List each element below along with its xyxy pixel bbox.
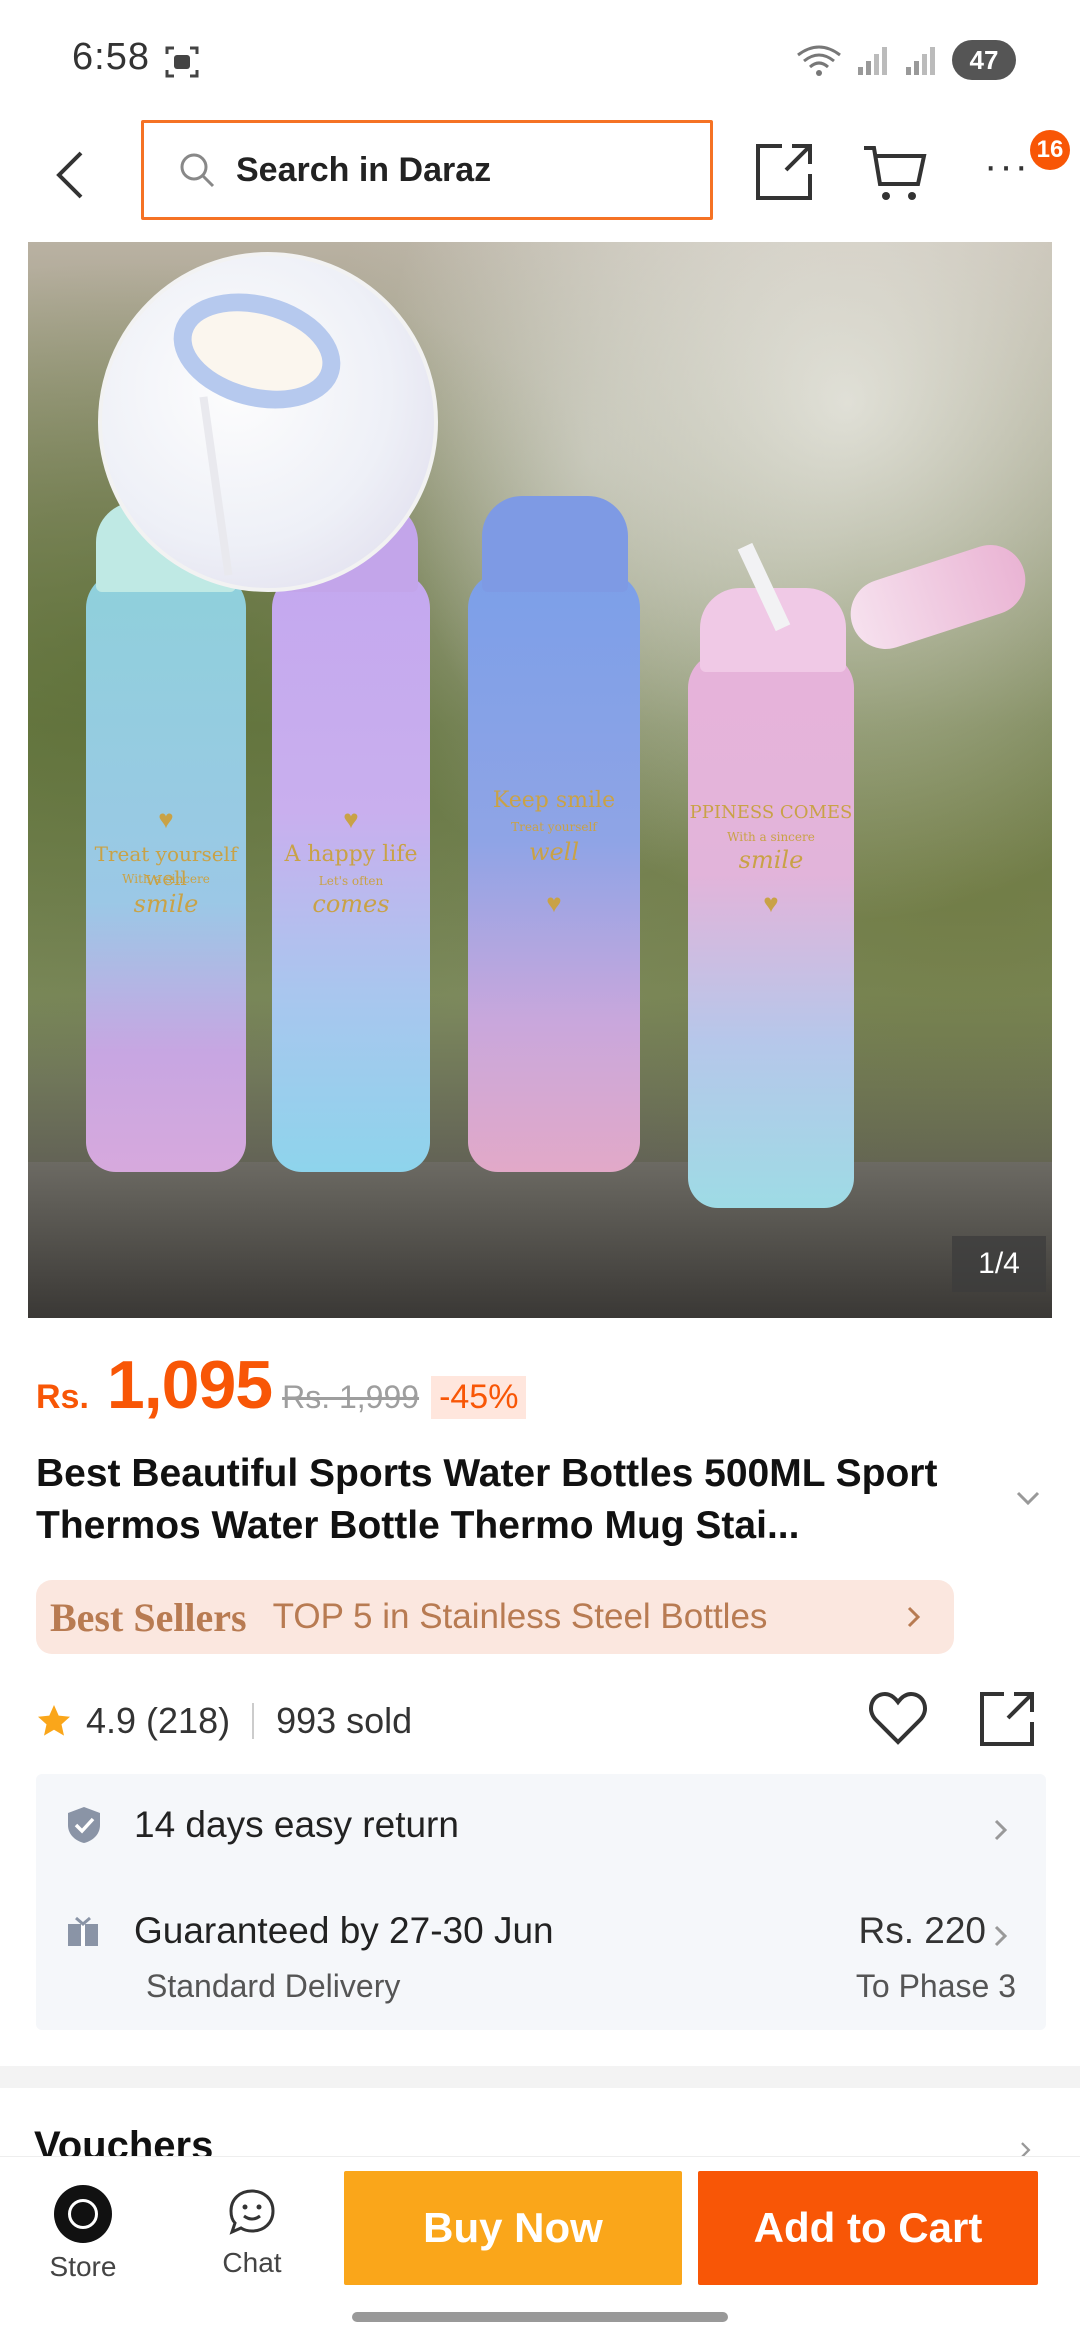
search-input[interactable]: Search in Daraz [141, 120, 713, 220]
sold-count: 993 sold [276, 1700, 413, 1741]
share-icon[interactable] [976, 1688, 1038, 1750]
star-icon [38, 1705, 70, 1736]
vouchers-heading[interactable]: Vouchers [34, 2122, 213, 2156]
original-price: Rs. 1,999 [282, 1379, 420, 1415]
search-icon [180, 153, 215, 188]
wifi-icon [797, 45, 841, 76]
bottle-text-line3: well [528, 838, 580, 866]
straw-detail [199, 396, 233, 576]
chat-button[interactable]: Chat [196, 2187, 308, 2297]
add-to-cart-button[interactable]: Add to Cart [698, 2171, 1038, 2285]
battery-indicator: 47 [952, 40, 1016, 80]
bottle-cap [482, 496, 628, 592]
store-label: Store [49, 2251, 117, 2282]
rating-score: 4.9 [86, 1700, 137, 1741]
bottle-text-line3: smile [133, 890, 199, 918]
bottle-text-line2: With a sincere [122, 872, 210, 886]
image-counter: 1/4 [952, 1236, 1046, 1292]
top-nav: Search in Daraz ··· 16 [0, 120, 1080, 242]
delivery-date: Guaranteed by 27-30 Jun [134, 1910, 554, 1951]
bottle-text-line2: Let's often [318, 874, 384, 888]
section-divider [0, 2066, 1080, 2088]
status-bar: 6:58 47 [0, 0, 1080, 120]
discount-badge: -45% [431, 1376, 527, 1419]
bottle-text-line1: PPINESS COMES [689, 802, 853, 823]
bottle-text-line1: A happy life [284, 842, 418, 867]
store-button[interactable]: Store [30, 2185, 136, 2295]
bottle-4: PPINESS COMES With a sincere smile ♥ [688, 588, 854, 1208]
rating-count: (218) [146, 1700, 231, 1741]
lid-detail [160, 275, 354, 427]
shield-check-icon [68, 1807, 100, 1843]
easy-return-text: 14 days easy return [134, 1804, 459, 1845]
search-placeholder: Search in Daraz [236, 150, 492, 189]
chat-label: Chat [222, 2247, 282, 2278]
chevron-left-icon [56, 151, 83, 199]
chevron-right-icon [907, 1606, 921, 1628]
best-sellers-logo: Best Sellers [50, 1594, 247, 1640]
notification-badge: 16 [1030, 130, 1070, 170]
delivery-fee: Rs. 220 [858, 1910, 986, 1951]
divider [252, 1703, 255, 1739]
price-currency: Rs. [36, 1378, 89, 1416]
home-indicator[interactable] [352, 2312, 728, 2322]
signal-icon-2 [906, 47, 935, 75]
bottle-3: Keep smile Treat yourself well ♥ [468, 496, 640, 1172]
service-info-card: 14 days easy return Guaranteed by 27-30 … [36, 1774, 1046, 2030]
rating-row[interactable]: 4.9 (218) 993 sold [36, 1696, 412, 1746]
chevron-down-icon[interactable] [1010, 1480, 1046, 1516]
best-sellers-banner[interactable]: Best Sellers TOP 5 in Stainless Steel Bo… [36, 1580, 954, 1654]
price-value: 1,095 [106, 1347, 273, 1423]
share-icon[interactable] [752, 140, 816, 204]
bottle-text-line2: With a sincere [727, 830, 815, 844]
bottle-text-line3: smile [738, 846, 804, 874]
bottle-text-line1: Keep smile [492, 788, 616, 813]
screen-record-icon [165, 46, 199, 78]
image-ground [28, 1162, 1052, 1318]
back-button[interactable] [40, 140, 100, 210]
bottle-text-line2: Treat yourself [511, 820, 597, 834]
bottle-1: ♥ Treat yourself well With a sincere smi… [86, 502, 246, 1172]
product-title: Best Beautiful Sports Water Bottles 500M… [36, 1452, 938, 1547]
heart-icon: ♥ [763, 888, 779, 918]
product-image-carousel[interactable]: ♥ Treat yourself well With a sincere smi… [28, 242, 1052, 1318]
best-sellers-text: TOP 5 in Stainless Steel Bottles [272, 1597, 768, 1636]
signal-icon [858, 47, 887, 75]
heart-icon: ♥ [343, 804, 359, 834]
bottle-2: ♥ A happy life Let's often comes [272, 502, 430, 1172]
heart-icon: ♥ [158, 804, 174, 834]
delivery-destination: To Phase 3 [855, 1968, 1016, 2004]
chevron-right-icon [994, 1819, 1008, 1841]
heart-icon: ♥ [546, 888, 562, 918]
bottle-text-line3: comes [312, 890, 390, 918]
status-time: 6:58 [72, 36, 150, 78]
price-row: Rs. 1,095 Rs. 1,999 -45% [36, 1346, 527, 1424]
gift-icon [68, 1916, 98, 1946]
status-indicators: 47 [796, 40, 1016, 80]
heart-wishlist-icon[interactable] [868, 1690, 928, 1746]
easy-return-row[interactable]: 14 days easy return [66, 1804, 459, 1846]
delivery-row[interactable]: Guaranteed by 27-30 Jun [66, 1910, 554, 1952]
cart-icon[interactable] [862, 140, 928, 204]
chevron-right-icon [994, 1925, 1008, 1947]
buy-now-button[interactable]: Buy Now [344, 2171, 682, 2285]
store-logo-icon [54, 2185, 112, 2243]
more-options-button[interactable]: ··· [984, 146, 1034, 196]
lid-detail-zoom [98, 252, 438, 592]
delivery-method: Standard Delivery [146, 1968, 401, 2004]
chat-icon [229, 2189, 275, 2235]
